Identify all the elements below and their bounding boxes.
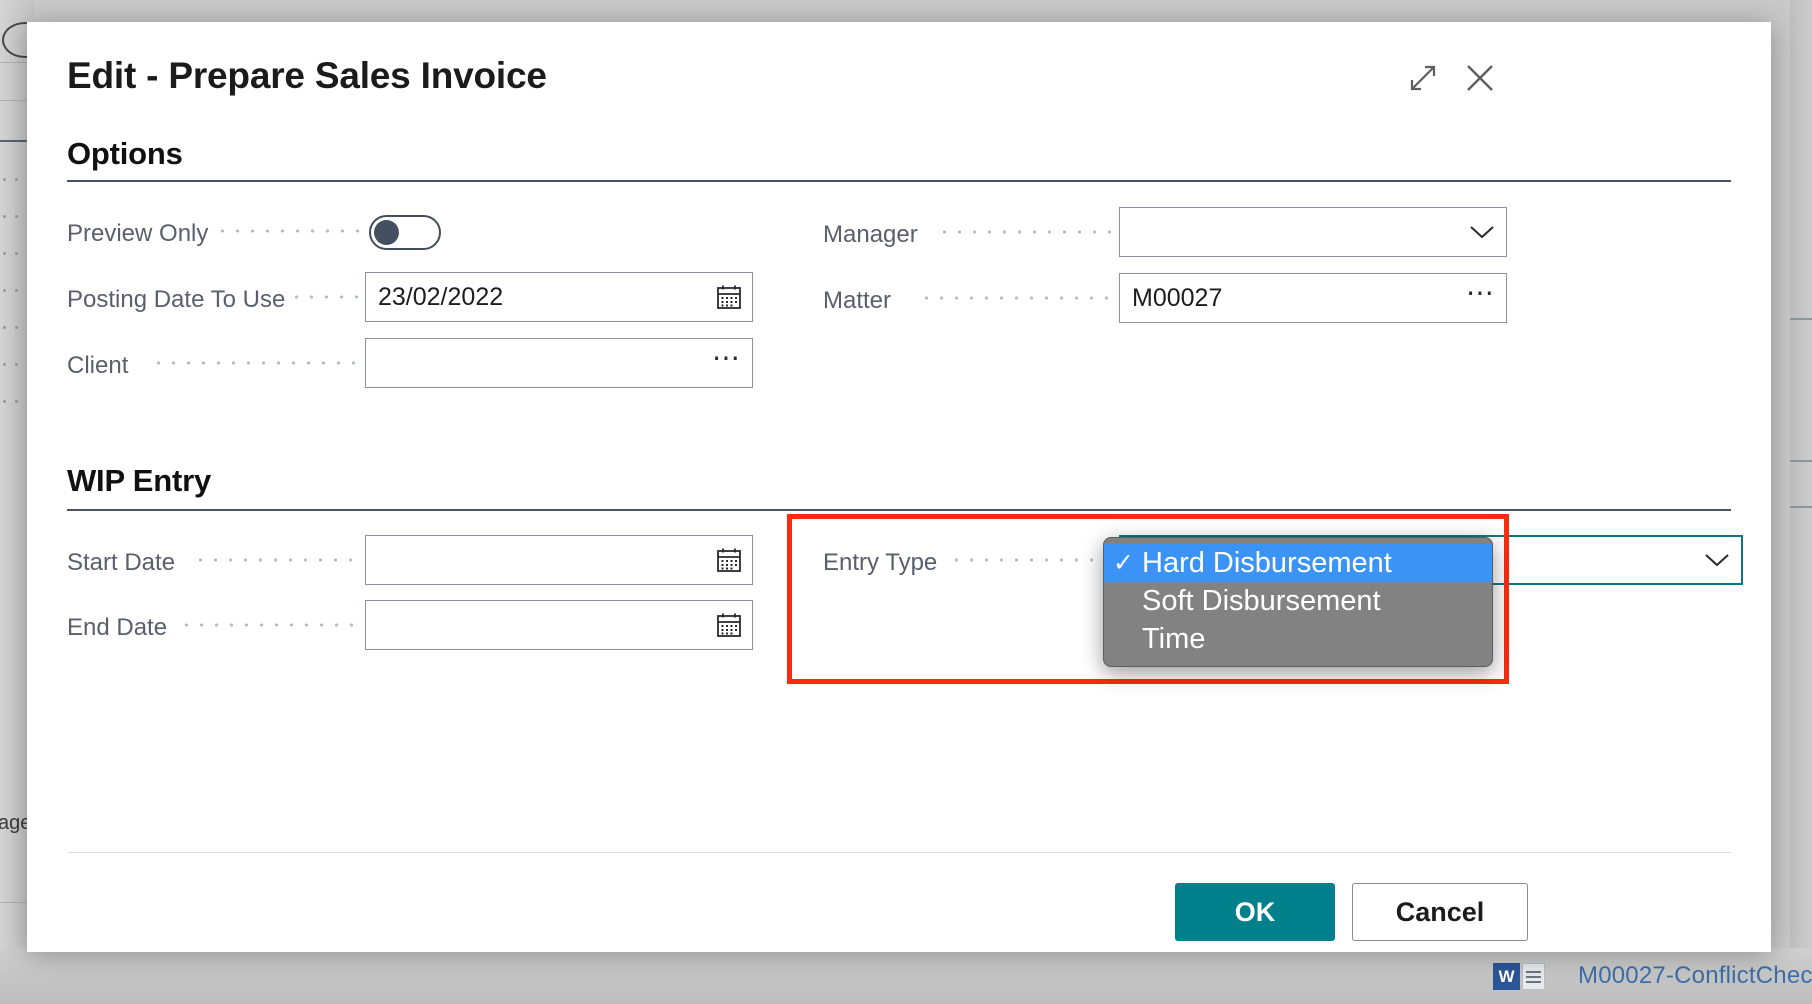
dialog-title: Edit - Prepare Sales Invoice bbox=[67, 55, 547, 96]
calendar-icon[interactable] bbox=[716, 284, 742, 310]
start-date-leader bbox=[193, 549, 361, 571]
expand-icon bbox=[1408, 63, 1438, 93]
footer-divider bbox=[67, 852, 1731, 853]
options-section-heading: Options bbox=[67, 136, 183, 171]
manager-chevron-down-icon[interactable] bbox=[1468, 223, 1496, 241]
menu-item-label: Time bbox=[1142, 622, 1206, 655]
manager-input[interactable] bbox=[1119, 207, 1507, 257]
matter-lookup-ellipsis-icon[interactable]: ⋯ bbox=[1466, 279, 1496, 307]
wip-entry-section-rule bbox=[67, 509, 1731, 511]
preview-only-label: Preview Only bbox=[67, 220, 209, 247]
end-date-leader bbox=[179, 614, 361, 636]
document-lines-icon bbox=[1522, 963, 1545, 990]
end-date-label: End Date bbox=[67, 614, 168, 641]
matter-label: Matter bbox=[823, 287, 892, 314]
calendar-icon[interactable] bbox=[716, 547, 742, 573]
matter-value: M00027 bbox=[1132, 283, 1223, 312]
entry-type-leader bbox=[949, 549, 1115, 571]
close-icon bbox=[1464, 62, 1496, 94]
close-dialog-button[interactable] bbox=[1456, 54, 1504, 102]
expand-dialog-button[interactable] bbox=[1399, 54, 1447, 102]
preview-only-toggle[interactable] bbox=[369, 215, 441, 250]
backdrop-dot bbox=[15, 178, 18, 181]
document-link[interactable]: M00027-ConflictCheck bbox=[1578, 962, 1812, 990]
backdrop-dot bbox=[3, 326, 6, 329]
menu-item-label: Hard Disbursement bbox=[1142, 546, 1392, 579]
backdrop-dot bbox=[3, 252, 6, 255]
menu-item-soft-disbursement[interactable]: Soft Disbursement bbox=[1104, 582, 1492, 620]
posting-date-leader bbox=[289, 286, 361, 308]
matter-input[interactable]: M00027 ⋯ bbox=[1119, 273, 1507, 323]
backdrop-dot bbox=[3, 178, 6, 181]
client-leader bbox=[151, 352, 361, 374]
menu-item-label: Soft Disbursement bbox=[1142, 584, 1381, 617]
backdrop-dot bbox=[15, 400, 18, 403]
backdrop-dot bbox=[3, 289, 6, 292]
posting-date-value: 23/02/2022 bbox=[378, 282, 504, 311]
backdrop-right-tick bbox=[1790, 460, 1812, 462]
posting-date-input[interactable]: 23/02/2022 bbox=[365, 272, 753, 322]
entry-type-chevron-down-icon[interactable] bbox=[1703, 551, 1731, 569]
end-date-input[interactable] bbox=[365, 600, 753, 650]
backdrop-dot bbox=[15, 363, 18, 366]
options-section-rule bbox=[67, 180, 1731, 182]
edit-prepare-sales-invoice-dialog: Edit - Prepare Sales Invoice Options Pre… bbox=[27, 22, 1771, 952]
client-lookup-ellipsis-icon[interactable]: ⋯ bbox=[712, 344, 742, 372]
backdrop-dot bbox=[3, 363, 6, 366]
client-input[interactable]: ⋯ bbox=[365, 338, 753, 388]
backdrop-right-tick bbox=[1790, 318, 1812, 320]
entry-type-label: Entry Type bbox=[823, 549, 938, 576]
backdrop-right-strip bbox=[1790, 0, 1812, 948]
preview-only-leader bbox=[215, 220, 361, 242]
manager-label: Manager bbox=[823, 221, 918, 248]
backdrop-dot bbox=[15, 252, 18, 255]
menu-item-time[interactable]: Time bbox=[1104, 620, 1492, 658]
backdrop-dot bbox=[3, 400, 6, 403]
menu-item-hard-disbursement[interactable]: ✓ Hard Disbursement bbox=[1104, 544, 1492, 582]
backdrop-dot bbox=[15, 326, 18, 329]
wip-entry-section-heading: WIP Entry bbox=[67, 463, 212, 498]
toggle-knob bbox=[374, 220, 399, 245]
backdrop-dot bbox=[15, 289, 18, 292]
start-date-input[interactable] bbox=[365, 535, 753, 585]
posting-date-label: Posting Date To Use bbox=[67, 286, 286, 313]
backdrop-right-tick bbox=[1790, 506, 1812, 508]
backdrop-dot bbox=[15, 215, 18, 218]
calendar-icon[interactable] bbox=[716, 612, 742, 638]
entry-type-dropdown-menu[interactable]: ✓ Hard Disbursement Soft Disbursement Ti… bbox=[1103, 537, 1493, 667]
ok-button[interactable]: OK bbox=[1175, 883, 1335, 941]
matter-leader bbox=[919, 287, 1115, 309]
client-label: Client bbox=[67, 352, 129, 379]
backdrop-dot bbox=[3, 215, 6, 218]
start-date-label: Start Date bbox=[67, 549, 176, 576]
cancel-button[interactable]: Cancel bbox=[1352, 883, 1528, 941]
manager-leader bbox=[937, 221, 1115, 243]
checkmark-icon: ✓ bbox=[1113, 549, 1134, 577]
word-document-icon: W bbox=[1493, 963, 1520, 990]
